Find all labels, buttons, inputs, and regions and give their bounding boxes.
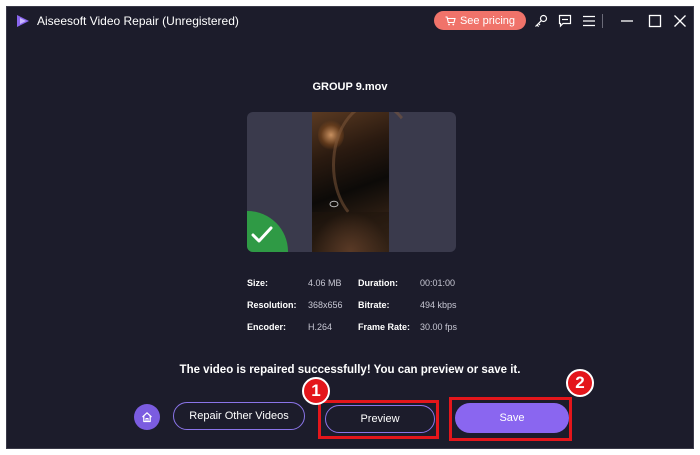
resolution-value: 368x656 xyxy=(308,300,343,310)
video-thumbnail[interactable] xyxy=(247,112,456,252)
encoder-label: Encoder: xyxy=(247,322,287,332)
frame-arc xyxy=(332,112,418,228)
duration-value: 00:01:00 xyxy=(420,278,456,288)
play-indicator-icon xyxy=(329,200,339,208)
checkmark-icon xyxy=(251,226,273,243)
title-bar: Aiseesoft Video Repair (Unregistered) Se… xyxy=(7,7,693,35)
file-name: GROUP 9.mov xyxy=(312,81,388,93)
step-2-marker: 2 xyxy=(566,369,594,397)
see-pricing-label: See pricing xyxy=(459,14,516,27)
preview-highlight-box xyxy=(318,400,439,439)
size-label: Size: xyxy=(247,278,269,288)
save-highlight-box xyxy=(449,397,572,441)
bitrate-value: 494 kbps xyxy=(420,300,457,310)
titlebar-divider xyxy=(602,14,603,28)
maximize-icon[interactable] xyxy=(646,12,664,30)
menu-icon[interactable] xyxy=(580,12,598,30)
video-frame xyxy=(312,112,389,252)
step-1-marker: 1 xyxy=(302,377,330,405)
key-icon[interactable] xyxy=(532,12,550,30)
home-button[interactable] xyxy=(134,404,160,430)
framerate-label: Frame Rate: xyxy=(358,322,411,332)
size-value: 4.06 MB xyxy=(308,278,342,288)
encoder-value: H.264 xyxy=(308,322,333,332)
repair-other-videos-button[interactable]: Repair Other Videos xyxy=(173,402,305,430)
cart-icon xyxy=(445,15,456,25)
framerate-value: 30.00 fps xyxy=(420,322,458,332)
close-icon[interactable] xyxy=(671,12,689,30)
see-pricing-button[interactable]: See pricing xyxy=(434,11,526,30)
bitrate-label: Bitrate: xyxy=(358,300,390,310)
resolution-label: Resolution: xyxy=(247,300,297,310)
duration-label: Duration: xyxy=(358,278,398,288)
app-title: Aiseesoft Video Repair (Unregistered) xyxy=(37,14,239,28)
frame-bottom xyxy=(312,212,389,252)
home-icon xyxy=(142,412,152,423)
minimize-icon[interactable] xyxy=(618,12,636,30)
app-logo-icon xyxy=(17,15,29,27)
feedback-icon[interactable] xyxy=(556,12,574,30)
